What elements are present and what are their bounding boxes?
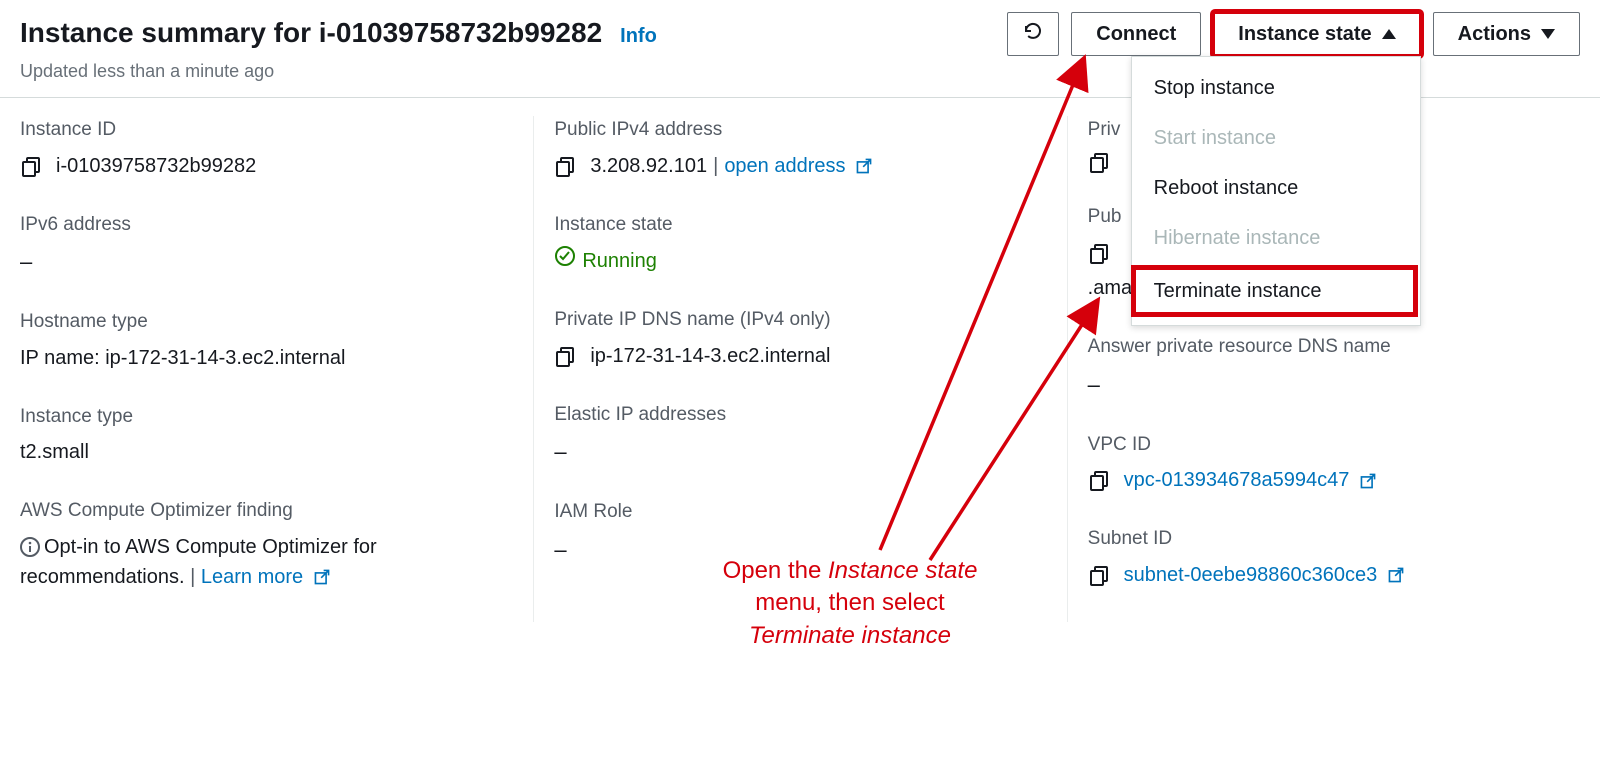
label-iam-role: IAM Role xyxy=(554,498,1046,527)
value-instance-state: Running xyxy=(582,246,657,276)
instance-state-menu: Stop instance Start instance Reboot inst… xyxy=(1131,56,1421,326)
copy-icon[interactable] xyxy=(20,155,42,177)
value-instance-id: i-01039758732b99282 xyxy=(56,151,256,181)
actions-button[interactable]: Actions xyxy=(1433,12,1580,56)
last-updated: Updated less than a minute ago xyxy=(20,58,1007,85)
label-answer-dns: Answer private resource DNS name xyxy=(1088,333,1580,362)
external-link-icon xyxy=(855,157,873,175)
value-answer-dns: – xyxy=(1088,368,1580,401)
label-hostname-type: Hostname type xyxy=(20,308,513,337)
value-iam-role: – xyxy=(554,533,1046,566)
refresh-button[interactable] xyxy=(1007,12,1059,56)
label-elastic-ip: Elastic IP addresses xyxy=(554,401,1046,430)
label-optimizer: AWS Compute Optimizer finding xyxy=(20,497,513,526)
learn-more-link[interactable]: Learn more xyxy=(201,566,331,588)
external-link-icon xyxy=(313,568,331,586)
copy-icon[interactable] xyxy=(554,155,576,177)
label-ipv6: IPv6 address xyxy=(20,211,513,240)
chevron-up-icon xyxy=(1382,29,1396,39)
value-private-dns: ip-172-31-14-3.ec2.internal xyxy=(590,341,830,371)
value-instance-type: t2.small xyxy=(20,437,513,467)
label-instance-type: Instance type xyxy=(20,403,513,432)
copy-icon[interactable] xyxy=(1088,151,1110,173)
page-title: Instance summary for i-01039758732b99282 xyxy=(20,12,602,54)
menu-reboot-instance[interactable]: Reboot instance xyxy=(1132,163,1420,213)
header-left: Instance summary for i-01039758732b99282… xyxy=(20,12,1007,85)
header-actions: Connect Instance state Stop instance Sta… xyxy=(1007,12,1580,56)
copy-icon[interactable] xyxy=(554,345,576,367)
label-private-dns: Private IP DNS name (IPv4 only) xyxy=(554,306,1046,335)
label-vpc-id: VPC ID xyxy=(1088,431,1580,460)
copy-icon[interactable] xyxy=(1088,242,1110,264)
vpc-link[interactable]: vpc-013934678a5994c47 xyxy=(1124,465,1377,495)
label-public-ipv4: Public IPv4 address xyxy=(554,116,1046,145)
label-instance-state: Instance state xyxy=(554,211,1046,240)
check-icon xyxy=(554,245,576,276)
col-2: Public IPv4 address 3.208.92.101 | open … xyxy=(533,116,1066,622)
label-instance-id: Instance ID xyxy=(20,116,513,145)
info-link[interactable]: Info xyxy=(620,21,657,51)
subnet-link[interactable]: subnet-0eebe98860c360ce3 xyxy=(1124,560,1405,590)
open-address-link[interactable]: open address xyxy=(724,151,873,181)
external-link-icon xyxy=(1359,472,1377,490)
copy-icon[interactable] xyxy=(1088,564,1110,586)
copy-icon[interactable] xyxy=(1088,469,1110,491)
instance-state-button[interactable]: Instance state xyxy=(1213,12,1420,56)
value-hostname-type: IP name: ip-172-31-14-3.ec2.internal xyxy=(20,343,513,373)
external-link-icon xyxy=(1387,566,1405,584)
menu-hibernate-instance: Hibernate instance xyxy=(1132,213,1420,263)
col-1: Instance ID i-01039758732b99282 IPv6 add… xyxy=(0,116,533,622)
value-elastic-ip: – xyxy=(554,435,1046,468)
label-subnet-id: Subnet ID xyxy=(1088,525,1580,554)
connect-button[interactable]: Connect xyxy=(1071,12,1201,56)
menu-terminate-instance[interactable]: Terminate instance xyxy=(1132,266,1417,316)
menu-start-instance: Start instance xyxy=(1132,113,1420,163)
chevron-down-icon xyxy=(1541,29,1555,39)
menu-stop-instance[interactable]: Stop instance xyxy=(1132,63,1420,113)
value-public-ipv4: 3.208.92.101 xyxy=(590,151,707,181)
info-icon xyxy=(20,537,40,557)
value-ipv6: – xyxy=(20,245,513,278)
refresh-icon xyxy=(1022,20,1044,48)
